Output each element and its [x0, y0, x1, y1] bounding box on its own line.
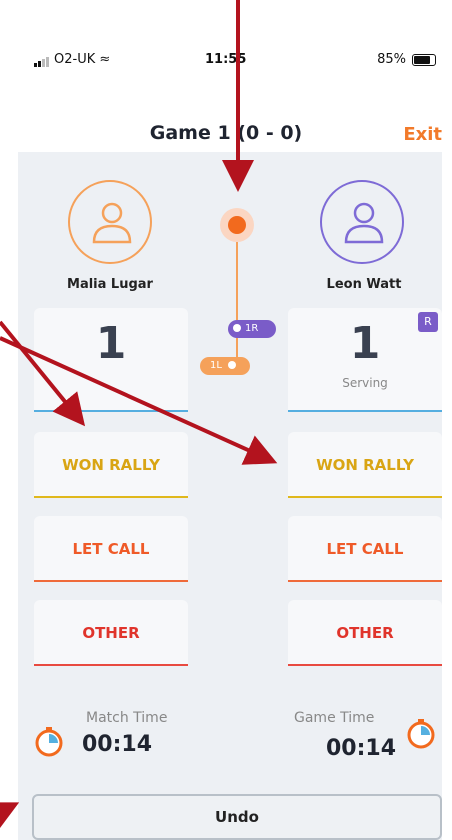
player-right-score-box[interactable]: R 1 Serving	[288, 308, 442, 412]
user-icon	[344, 202, 384, 244]
stopwatch-icon	[35, 727, 63, 757]
arrow-undo	[0, 802, 20, 832]
player-right-avatar	[320, 180, 404, 264]
serving-label: Serving	[342, 376, 388, 390]
carrier-indicator: O2-UK ≈	[34, 52, 110, 67]
undo-button[interactable]: Undo	[32, 794, 442, 840]
page-title: Game 1 (0 - 0)	[149, 122, 303, 144]
battery-icon	[412, 53, 436, 66]
right-let-call-button[interactable]: LET CALL	[288, 516, 442, 582]
left-won-rally-button[interactable]: WON RALLY	[34, 432, 188, 498]
battery-indicator: 85%	[377, 52, 436, 67]
player-left-score-box[interactable]: 1	[34, 308, 188, 412]
rally-indicator-dot	[220, 208, 254, 242]
player-right-name: Leon Watt	[326, 277, 402, 292]
left-other-button[interactable]: OTHER	[34, 600, 188, 666]
game-time-label: Game Time	[294, 710, 375, 726]
player-right-score: 1	[349, 318, 381, 369]
status-bar: O2-UK ≈ 11:55 85%	[0, 52, 452, 76]
clock: 11:55	[205, 52, 247, 67]
right-other-button[interactable]: OTHER	[288, 600, 442, 666]
carrier-name: O2-UK	[54, 52, 96, 67]
signal-icon	[34, 52, 50, 67]
match-time-label: Match Time	[86, 710, 168, 726]
rally-track-line	[236, 242, 238, 370]
stopwatch-icon	[407, 719, 435, 749]
match-time-value: 00:14	[82, 732, 153, 757]
game-header: Game 1 (0 - 0) Exit	[0, 116, 452, 152]
wifi-icon: ≈	[99, 52, 111, 67]
player-left-score: 1	[95, 318, 127, 369]
game-time-value: 00:14	[326, 736, 397, 761]
exit-button[interactable]: Exit	[403, 124, 442, 145]
rally-chip-left: 1L	[200, 357, 250, 375]
left-let-call-button[interactable]: LET CALL	[34, 516, 188, 582]
battery-percent: 85%	[377, 52, 406, 67]
player-left-avatar	[68, 180, 152, 264]
rally-chip-right: 1R	[228, 320, 276, 338]
player-left-name: Malia Lugar	[67, 277, 153, 292]
right-won-rally-button[interactable]: WON RALLY	[288, 432, 442, 498]
user-icon	[92, 202, 132, 244]
